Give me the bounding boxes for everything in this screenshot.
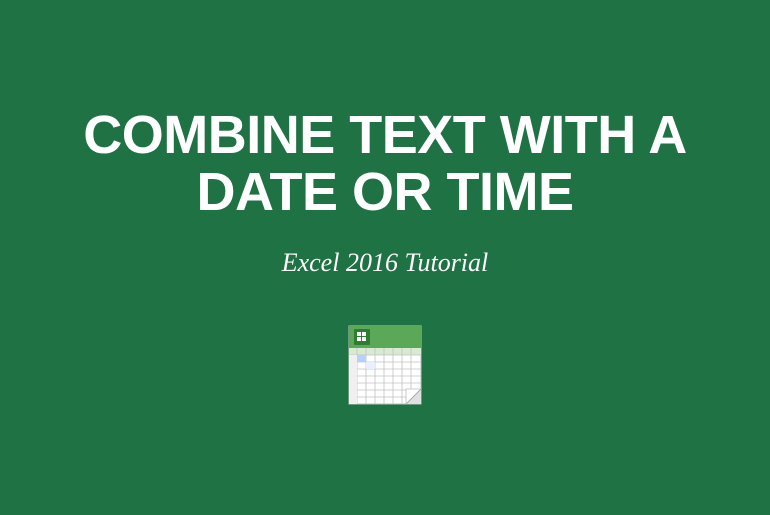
excel-spreadsheet-icon [346, 320, 424, 408]
page-title: COMBINE TEXT WITH A DATE OR TIME [0, 107, 770, 220]
page-subtitle: Excel 2016 Tutorial [282, 248, 489, 278]
